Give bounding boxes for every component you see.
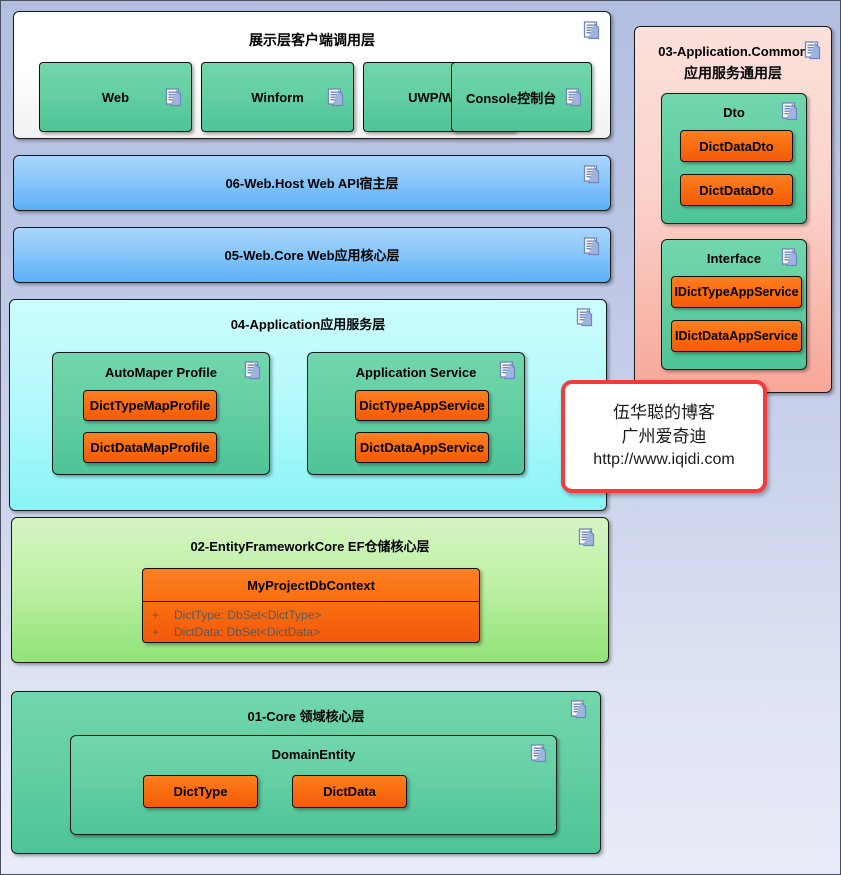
class-myprojectdbcontext[interactable]: MyProjectDbContext + DictType: DbSet<Dict…	[142, 568, 480, 643]
element-label: DictDataDto	[699, 138, 774, 154]
class-name: MyProjectDbContext	[143, 569, 479, 602]
layer-application[interactable]: 04-Application应用服务层 AutoMaper Profile Di…	[9, 299, 607, 511]
element-dictdata[interactable]: DictData	[292, 775, 407, 808]
group-interface[interactable]: Interface IDictTypeAppService IDictDataA…	[661, 239, 807, 370]
attribute-text: DictData: DbSet<DictData>	[174, 625, 321, 639]
element-label: DictType	[173, 784, 228, 799]
layer-web-host-title: 06-Web.Host Web API宿主层	[225, 176, 399, 191]
layer-entityframeworkcore[interactable]: 02-EntityFrameworkCore EF仓储核心层 MyProject…	[11, 517, 609, 663]
document-icon	[165, 88, 182, 107]
element-label: IDictTypeAppService	[674, 285, 799, 299]
presentation-item-label: Winform	[251, 89, 304, 105]
element-dicttypemapprofile[interactable]: DictTypeMapProfile	[83, 390, 217, 421]
group-application-service-title: Application Service	[355, 365, 477, 380]
element-label: IDictDataAppService	[675, 329, 798, 343]
group-domainentity[interactable]: DomainEntity DictType DictData	[70, 735, 557, 835]
document-icon	[565, 88, 582, 107]
group-dto-title: Dto	[723, 105, 745, 120]
layer-core-title: 01-Core 领域核心层	[247, 709, 365, 724]
layer-application-title: 04-Application应用服务层	[230, 317, 386, 332]
element-label: DictTypeMapProfile	[89, 398, 211, 413]
layer-application-common-title-line1: 03-Application.Common	[658, 44, 808, 59]
group-automaper-profile-title: AutoMaper Profile	[105, 365, 217, 380]
element-label: DictData	[323, 784, 376, 799]
element-label: DictTypeAppService	[359, 398, 485, 413]
presentation-item-label: Console控制台	[466, 90, 557, 106]
element-dicttype[interactable]: DictType	[143, 775, 258, 808]
presentation-item-label: Web	[101, 89, 130, 105]
watermark-callout: 伍华聪的博客 广州爱奇迪 http://www.iqidi.com	[561, 380, 767, 493]
presentation-item-winform[interactable]: Winform	[201, 62, 354, 132]
element-label: DictDataDto	[699, 182, 774, 198]
element-idicttypeappservice[interactable]: IDictTypeAppService	[671, 276, 802, 308]
group-domainentity-title: DomainEntity	[271, 747, 356, 762]
element-dictdatadto-2[interactable]: DictDataDto	[680, 174, 793, 206]
presentation-item-web[interactable]: Web	[39, 62, 192, 132]
presentation-item-console[interactable]: Console控制台	[451, 62, 592, 132]
element-dictdatamapprofile[interactable]: DictDataMapProfile	[83, 432, 217, 463]
element-idictdataappservice[interactable]: IDictDataAppService	[671, 320, 802, 352]
group-interface-title: Interface	[706, 251, 762, 266]
class-attribute-row: + DictType: DbSet<DictType>	[143, 607, 479, 624]
attribute-text: DictType: DbSet<DictType>	[174, 608, 322, 622]
layer-entityframeworkcore-title: 02-EntityFrameworkCore EF仓储核心层	[190, 539, 430, 554]
group-dto[interactable]: Dto DictDataDto DictDataDto	[661, 93, 807, 224]
layer-application-common-title-line2: 应用服务通用层	[684, 65, 782, 81]
element-label: DictDataAppService	[359, 440, 485, 455]
group-application-service[interactable]: Application Service DictTypeAppService D…	[307, 352, 525, 475]
layer-web-core-title: 05-Web.Core Web应用核心层	[224, 248, 400, 263]
layer-web-core[interactable]: 05-Web.Core Web应用核心层	[13, 227, 611, 283]
layer-application-common[interactable]: 03-Application.Common 应用服务通用层 Dto DictDa…	[634, 26, 832, 393]
visibility-marker: +	[152, 608, 160, 622]
visibility-marker: +	[152, 625, 160, 639]
layer-web-host[interactable]: 06-Web.Host Web API宿主层	[13, 155, 611, 211]
diagram-canvas: 展示层客户端调用层 Web Winform UWP/WPF Console控制台	[0, 0, 841, 875]
document-icon	[327, 88, 344, 107]
element-dictdatadto-1[interactable]: DictDataDto	[680, 130, 793, 162]
watermark-line-2: 广州爱奇迪	[621, 427, 707, 447]
element-dictdataappservice[interactable]: DictDataAppService	[355, 432, 489, 463]
layer-presentation-title: 展示层客户端调用层	[249, 32, 375, 48]
layer-presentation[interactable]: 展示层客户端调用层 Web Winform UWP/WPF Console控制台	[13, 11, 611, 139]
layer-core[interactable]: 01-Core 领域核心层 DomainEntity DictType Dict…	[11, 691, 601, 854]
watermark-url: http://www.iqidi.com	[593, 451, 735, 469]
element-dicttypeappservice[interactable]: DictTypeAppService	[355, 390, 489, 421]
element-label: DictDataMapProfile	[90, 440, 210, 455]
class-attributes: + DictType: DbSet<DictType> + DictData: Db…	[143, 602, 479, 642]
class-attribute-row: + DictData: DbSet<DictData>	[143, 624, 479, 641]
watermark-line-1: 伍华聪的博客	[613, 403, 715, 423]
group-automaper-profile[interactable]: AutoMaper Profile DictTypeMapProfile Dic…	[52, 352, 270, 475]
